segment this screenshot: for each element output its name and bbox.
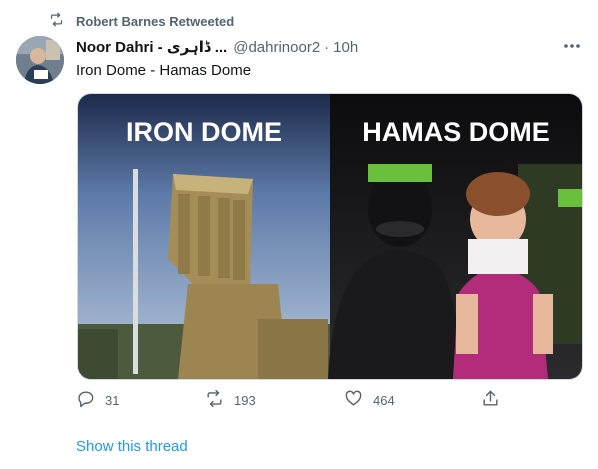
retweet-context[interactable]: Robert Barnes Retweeted [49,12,234,30]
like-button[interactable]: 464 [344,388,395,412]
separator-dot: · [324,38,330,56]
reply-icon [76,389,95,411]
retweet-label: Robert Barnes Retweeted [76,13,235,29]
show-thread-link[interactable]: Show this thread [76,438,188,455]
tweet-text: Iron Dome - Hamas Dome [76,62,252,79]
retweet-count: 193 [234,392,256,408]
tweet-media-image[interactable]: IRON DOME HAMAS DOME [77,93,583,380]
tweet-timestamp[interactable]: 10h [333,39,358,56]
tweet-header: Noor Dahri - ڈاہری ... @dahrinoor2 · 10h [76,37,582,57]
display-name[interactable]: Noor Dahri - ڈاہری ... [76,38,227,56]
like-count: 464 [373,392,395,408]
reply-button[interactable]: 31 [76,388,119,412]
retweet-icon [205,389,224,411]
retweet-icon [49,12,64,30]
tweet-actions: 31 193 464 [76,388,506,412]
share-icon [481,389,500,411]
share-button[interactable] [481,388,500,412]
iron-dome-caption: IRON DOME [126,117,282,147]
retweet-button[interactable]: 193 [205,388,256,412]
user-handle[interactable]: @dahrinoor2 [233,39,320,56]
reply-count: 31 [105,392,120,408]
more-icon[interactable] [562,37,582,55]
avatar[interactable] [16,36,64,84]
hamas-dome-caption: HAMAS DOME [362,117,550,147]
like-icon [344,389,363,411]
